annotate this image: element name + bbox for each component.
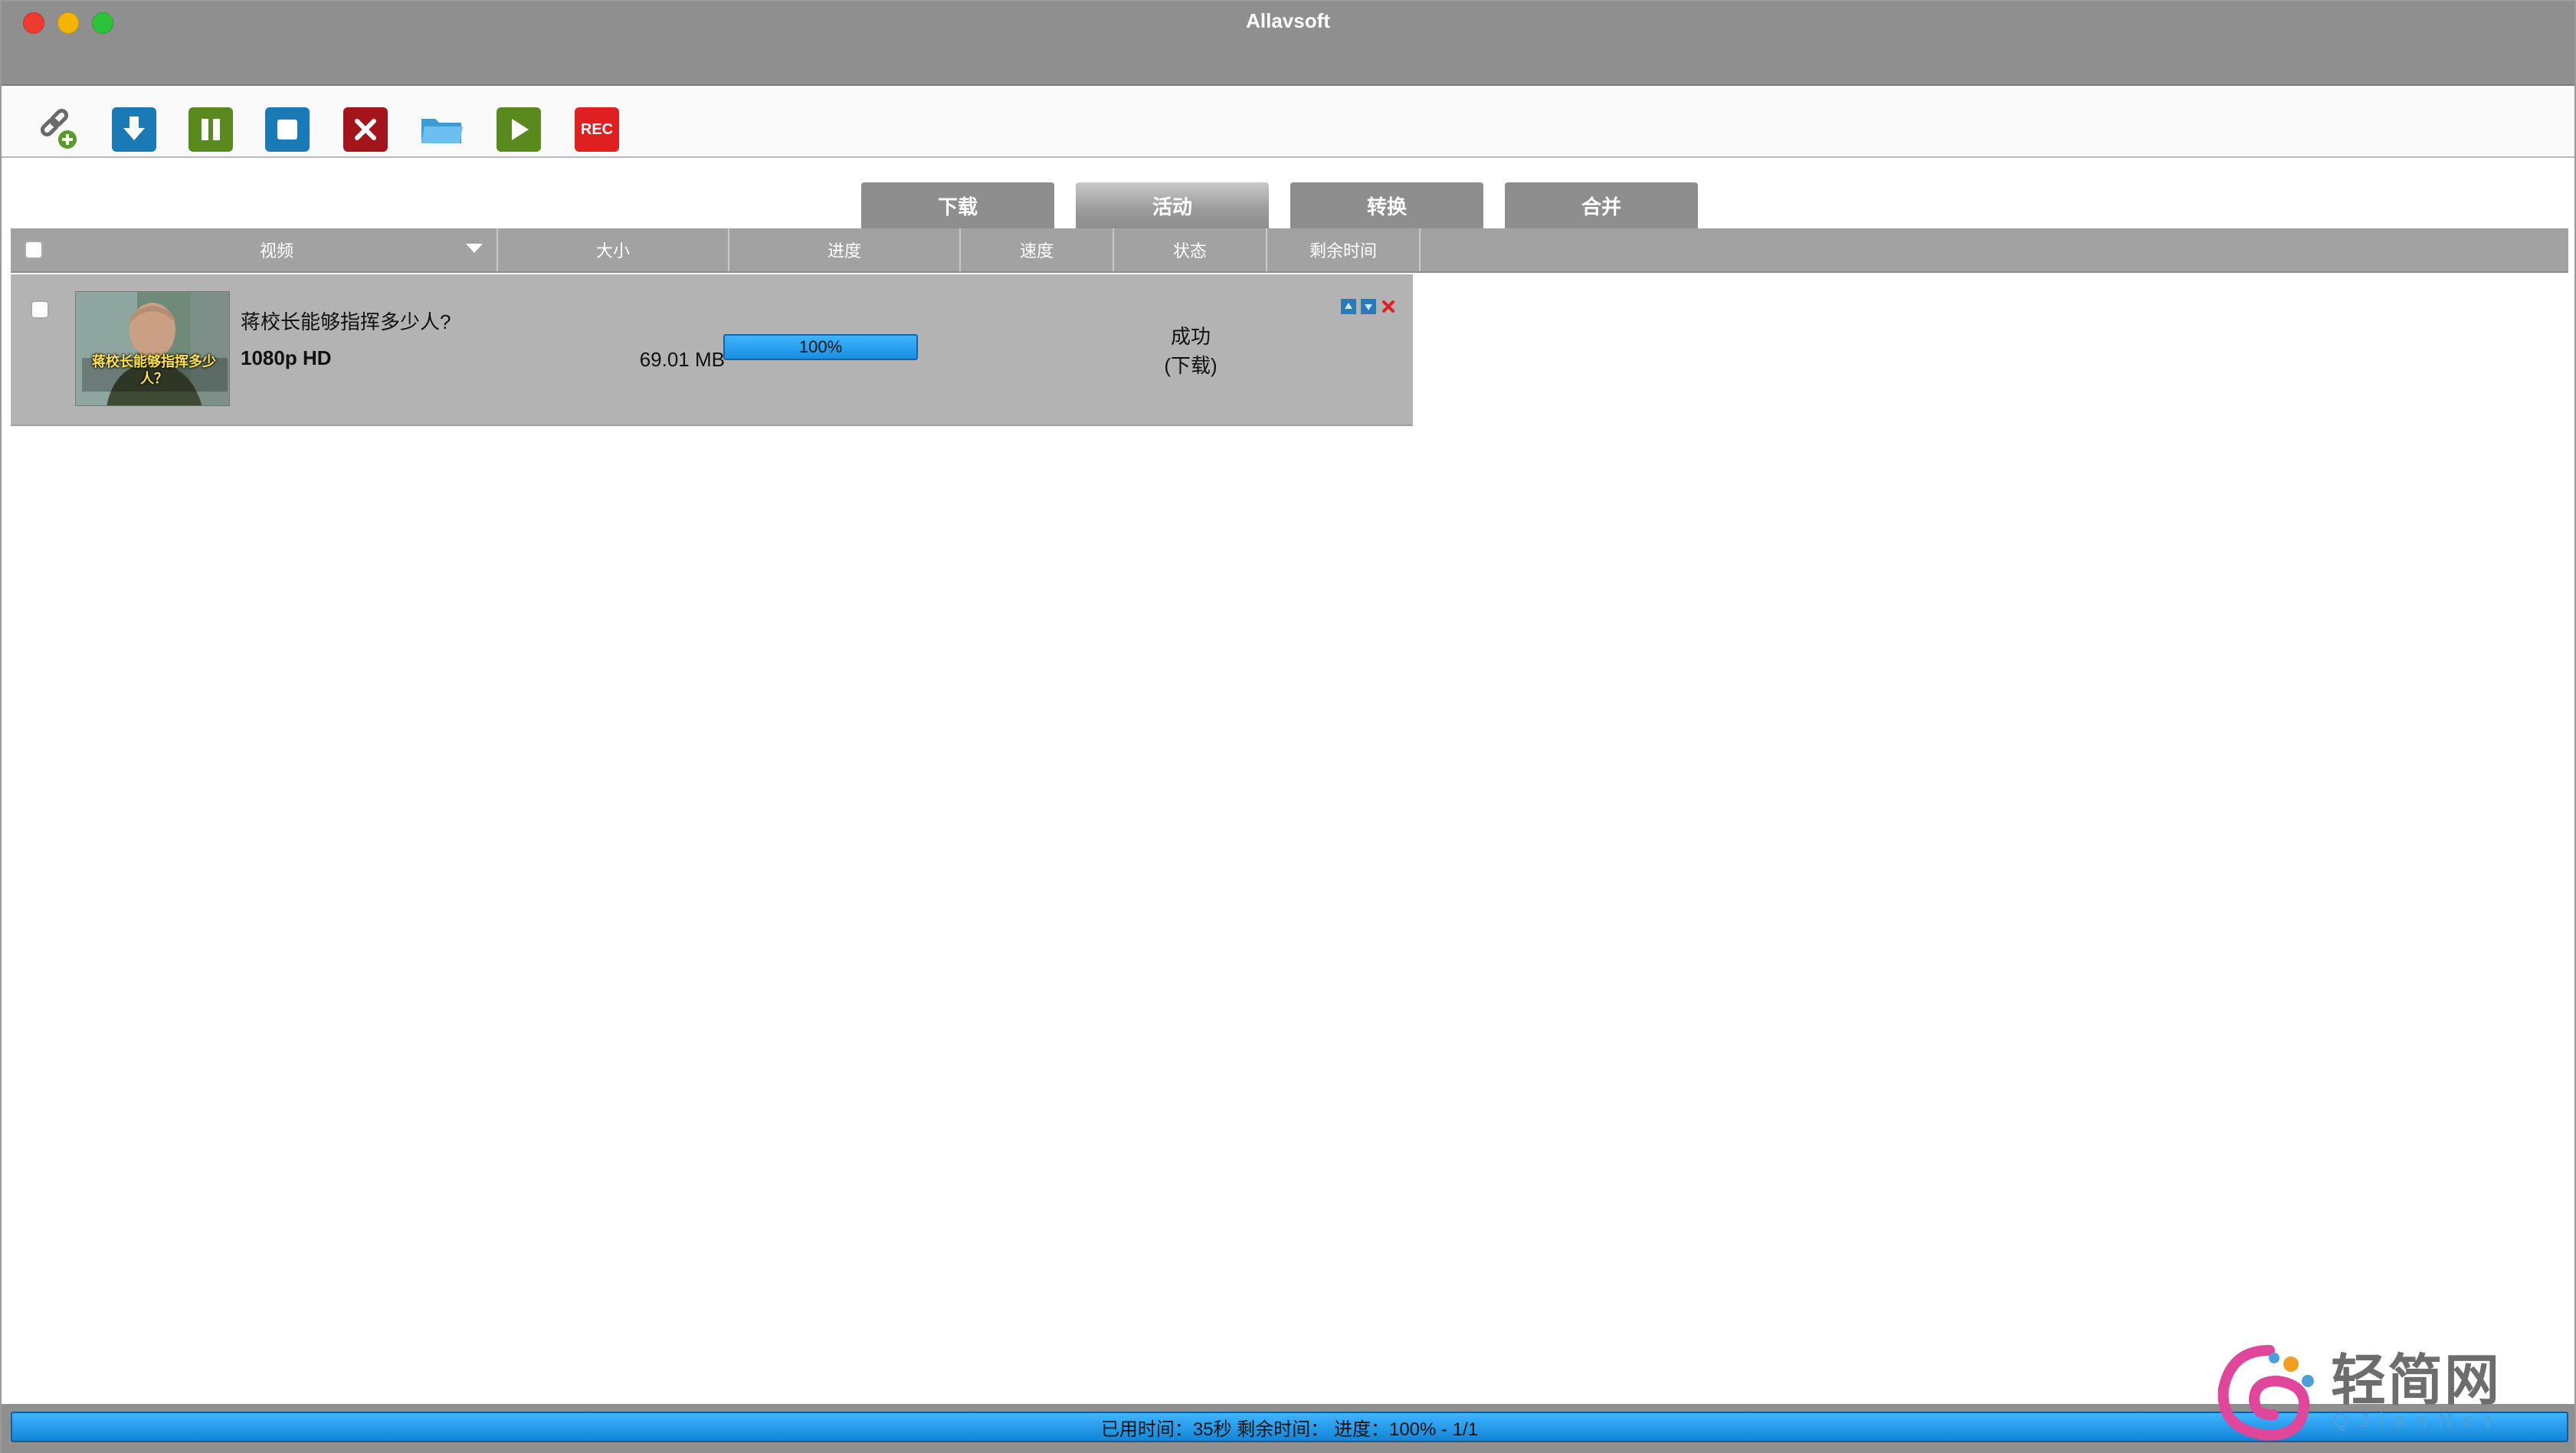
- delete-button[interactable]: [343, 107, 388, 152]
- toolbar: REC: [2, 87, 2574, 158]
- stop-icon: [277, 120, 297, 139]
- column-header-status[interactable]: 状态: [1114, 228, 1267, 271]
- folder-icon: [421, 119, 463, 143]
- row-actions: [1341, 299, 1396, 314]
- play-button[interactable]: [497, 107, 541, 152]
- video-title: 蒋校长能够指挥多少人?: [241, 310, 451, 333]
- title-bar: Allavsoft: [2, 2, 2574, 86]
- record-button[interactable]: REC: [575, 107, 619, 152]
- download-button[interactable]: [112, 107, 156, 152]
- status-bar: 已用时间：35秒 剩余时间： 进度：100% - 1/1: [2, 1404, 2574, 1453]
- tab-download[interactable]: 下载: [861, 182, 1054, 228]
- stop-button[interactable]: [265, 107, 310, 152]
- column-label-video: 视频: [259, 241, 293, 261]
- app-window: Allavsoft REC 下载 活动 转换 合并 视频 大小 进度 速度 状态…: [0, 0, 2576, 1453]
- overall-progress-text: 已用时间：35秒 剩余时间： 进度：100% - 1/1: [1100, 1419, 1479, 1440]
- rec-icon: REC: [580, 120, 614, 138]
- video-quality: 1080p HD: [241, 346, 332, 369]
- status-phase: (下载): [1164, 354, 1218, 377]
- move-down-button[interactable]: [1361, 299, 1376, 314]
- column-header-size[interactable]: 大小: [498, 228, 729, 271]
- watermark-text: 轻简网: [2331, 1347, 2502, 1412]
- pause-icon: [202, 119, 220, 140]
- column-header-progress[interactable]: 进度: [729, 228, 961, 271]
- move-up-button[interactable]: [1341, 299, 1356, 314]
- video-thumbnail: 蒋校长能够指挥多少人？: [75, 291, 230, 406]
- thumbnail-caption: 蒋校长能够指挥多少人？: [92, 354, 216, 386]
- paste-link-button[interactable]: [35, 107, 80, 152]
- status-result: 成功: [1170, 325, 1211, 348]
- thumbnail-image: [76, 292, 229, 405]
- tab-convert[interactable]: 转换: [1290, 182, 1483, 228]
- link-add-icon: [40, 108, 77, 149]
- row-checkbox[interactable]: [31, 300, 49, 319]
- row-progress-bar: 100%: [723, 334, 918, 360]
- file-size: 69.01 MB: [639, 348, 725, 371]
- sort-dropdown-icon[interactable]: [466, 244, 483, 253]
- open-folder-button[interactable]: [420, 107, 464, 152]
- select-all-checkbox[interactable]: [25, 241, 43, 259]
- pause-button[interactable]: [188, 107, 233, 152]
- close-icon: [1382, 300, 1395, 313]
- watermark-swirl-icon: [2217, 1345, 2314, 1441]
- watermark-subtext: QJianNet: [2332, 1409, 2502, 1432]
- row-progress-text: 100%: [798, 337, 843, 356]
- overall-progress-bar: 已用时间：35秒 剩余时间： 进度：100% - 1/1: [11, 1412, 2568, 1442]
- row-status: 成功 (下载): [1114, 322, 1267, 380]
- tab-merge[interactable]: 合并: [1505, 182, 1698, 228]
- tab-activity[interactable]: 活动: [1076, 182, 1269, 228]
- header-select-all: [11, 228, 57, 271]
- column-header-video[interactable]: 视频: [57, 228, 498, 271]
- play-icon: [512, 119, 529, 140]
- delete-icon: [355, 119, 376, 140]
- table-header: 视频 大小 进度 速度 状态 剩余时间: [11, 228, 2568, 273]
- arrow-up-icon: [1345, 303, 1352, 309]
- download-icon: [123, 116, 145, 140]
- watermark-logo: 轻简网 QJianNet: [2201, 1335, 2568, 1450]
- table-row[interactable]: 蒋校长能够指挥多少人？ 蒋校长能够指挥多少人? 1080p HD 69.01 M…: [11, 274, 1413, 426]
- column-header-remaining[interactable]: 剩余时间: [1267, 228, 1421, 271]
- column-header-speed[interactable]: 速度: [961, 228, 1114, 271]
- arrow-down-icon: [1365, 304, 1372, 310]
- window-title: Allavsoft: [1246, 9, 1330, 32]
- remove-row-button[interactable]: [1381, 299, 1396, 314]
